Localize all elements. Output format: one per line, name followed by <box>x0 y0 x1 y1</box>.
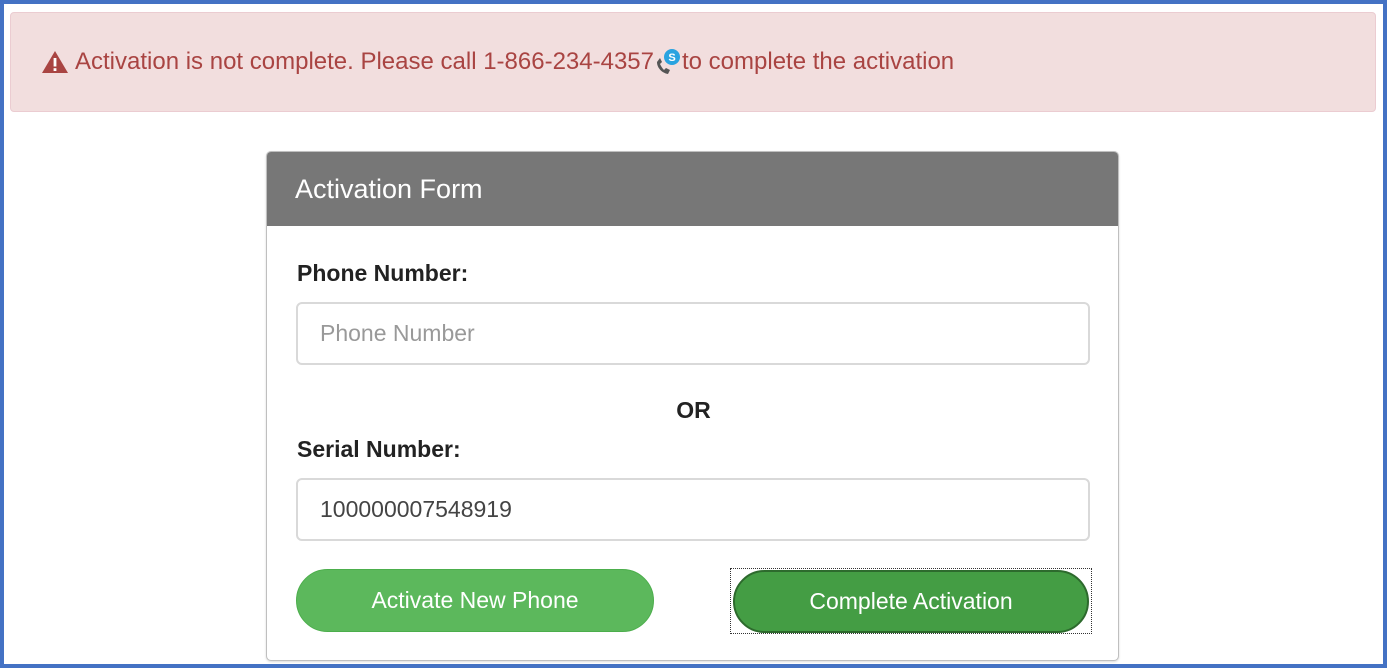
alert-message-end: to complete the activation <box>682 48 955 75</box>
or-separator: OR <box>676 397 711 423</box>
complete-activation-button[interactable]: Complete Activation <box>733 570 1089 633</box>
screenshot-frame: Activation is not complete. Please call … <box>0 0 1387 668</box>
activate-new-phone-label: Activate New Phone <box>371 587 579 613</box>
phone-number-label: Phone Number: <box>297 260 469 286</box>
form-title: Activation Form <box>295 173 483 204</box>
warning-triangle-icon <box>42 51 68 73</box>
activate-new-phone-button[interactable]: Activate New Phone <box>296 569 654 632</box>
complete-activation-label: Complete Activation <box>809 588 1013 614</box>
alert-message-start: Activation is not complete. Please call … <box>75 48 654 75</box>
complete-activation-focus-ring: Complete Activation <box>730 568 1092 634</box>
skype-phone-icon[interactable]: S <box>654 48 680 76</box>
serial-number-label: Serial Number: <box>297 436 461 462</box>
serial-number-input[interactable] <box>296 478 1090 541</box>
phone-number-input[interactable] <box>296 302 1090 365</box>
activation-form-card: Activation Form Phone Number: OR Serial … <box>266 151 1119 661</box>
activation-alert: Activation is not complete. Please call … <box>10 12 1376 112</box>
svg-text:S: S <box>668 52 675 64</box>
form-header: Activation Form <box>267 152 1118 226</box>
